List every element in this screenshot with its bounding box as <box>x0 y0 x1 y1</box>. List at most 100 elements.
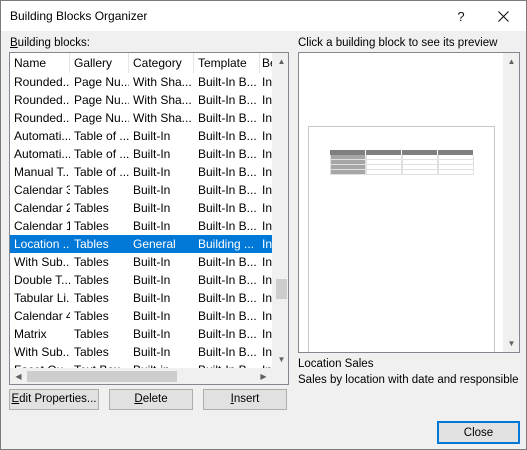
cell-behavior: In <box>262 309 272 323</box>
cell-name: Calendar 2 <box>14 201 70 215</box>
cell-behavior: In <box>262 291 272 305</box>
table-row[interactable]: Rounded... Page Nu... With Sha... Built-In … <box>10 91 272 109</box>
table-row[interactable]: Rounded... Page Nu... With Sha... Built-In … <box>10 109 272 127</box>
table-row[interactable]: Rounded... Page Nu... With Sha... Built-In … <box>10 73 272 91</box>
cell-category: With Sha... <box>133 111 192 125</box>
preview-label: Click a building block to see its previe… <box>298 37 498 49</box>
cell-template: Built-In B... <box>198 309 257 323</box>
vertical-scrollbar[interactable]: ▲ ▼ <box>272 53 288 368</box>
building-blocks-organizer-dialog: Building Blocks Organizer ? Building blo… <box>0 0 527 450</box>
table-row[interactable]: Calendar 4 Tables Built-In Built-In B... In <box>10 307 272 325</box>
arrow-left-icon[interactable]: ◀ <box>10 368 27 384</box>
close-icon <box>498 10 509 22</box>
cell-template: Built-In B... <box>198 327 257 341</box>
horizontal-scrollbar[interactable]: ◀ ▶ <box>10 368 272 384</box>
cell-gallery: Tables <box>74 255 109 269</box>
building-blocks-label: Building blocks: <box>10 37 90 49</box>
arrow-down-icon[interactable]: ▼ <box>273 351 288 368</box>
cell-gallery: Table of ... <box>74 147 129 161</box>
cell-name: Location ... <box>14 237 70 251</box>
cell-gallery: Table of ... <box>74 165 129 179</box>
cell-gallery: Tables <box>74 273 109 287</box>
arrow-down-icon[interactable]: ▼ <box>503 335 519 352</box>
window-title: Building Blocks Organizer <box>10 9 148 23</box>
cell-template: Built-In B... <box>198 93 257 107</box>
cell-category: Built-In <box>133 255 171 269</box>
arrow-up-icon[interactable]: ▲ <box>503 53 519 70</box>
cell-category: Built-In <box>133 291 171 305</box>
cell-behavior: In <box>262 111 272 125</box>
vertical-scroll-thumb[interactable] <box>276 279 287 299</box>
cell-gallery: Tables <box>74 237 109 251</box>
column-header-name[interactable]: Name <box>10 53 70 73</box>
cell-name: With Sub... <box>14 255 70 269</box>
column-header-category[interactable]: Category <box>129 53 194 73</box>
cell-template: Built-In B... <box>198 291 257 305</box>
table-row[interactable]: Tabular Li... Tables Built-In Built-In B...… <box>10 289 272 307</box>
cell-template: Built-In B... <box>198 129 257 143</box>
cell-template: Built-In B... <box>198 75 257 89</box>
cell-category: Built-In <box>133 147 171 161</box>
cell-template: Building ... <box>198 237 255 251</box>
cell-category: Built-In <box>133 165 171 179</box>
title-bar: Building Blocks Organizer ? <box>1 1 526 31</box>
table-row[interactable]: Double T... Tables Built-In Built-In B... In <box>10 271 272 289</box>
cell-template: Built-In B... <box>198 255 257 269</box>
cell-gallery: Tables <box>74 345 109 359</box>
cell-behavior: In <box>262 93 272 107</box>
table-row[interactable]: Manual T... Table of ... Built-In Built-In … <box>10 163 272 181</box>
edit-properties-button[interactable]: Edit Properties... <box>9 389 99 410</box>
column-header-template[interactable]: Template <box>194 53 260 73</box>
table-row[interactable]: Calendar 1 Tables Built-In Built-In B... In <box>10 217 272 235</box>
cell-name: Matrix <box>14 327 47 341</box>
cell-name: Manual T... <box>14 165 70 179</box>
table-row[interactable]: Location ... Tables General Building ... In <box>10 235 272 253</box>
cell-behavior: In <box>262 219 272 233</box>
building-blocks-list[interactable]: Name Gallery Category Template Be Rounde… <box>9 52 289 385</box>
window-close-button[interactable] <box>481 1 526 31</box>
cell-category: Built-In <box>133 273 171 287</box>
preview-vertical-scrollbar[interactable]: ▲ ▼ <box>503 53 519 352</box>
cell-template: Built-In B... <box>198 147 257 161</box>
cell-gallery: Tables <box>74 327 109 341</box>
cell-gallery: Tables <box>74 183 109 197</box>
cell-category: With Sha... <box>133 75 192 89</box>
preview-mini-table <box>330 150 474 175</box>
cell-behavior: In <box>262 165 272 179</box>
cell-name: Automati... <box>14 147 70 161</box>
cell-template: Built-In B... <box>198 201 257 215</box>
cell-category: Built-In <box>133 183 171 197</box>
preview-canvas <box>299 53 503 352</box>
cell-gallery: Table of ... <box>74 129 129 143</box>
delete-button[interactable]: Delete <box>109 389 193 410</box>
cell-template: Built-In B... <box>198 111 257 125</box>
help-button[interactable]: ? <box>441 1 481 31</box>
mini-table-row <box>330 170 474 175</box>
table-row[interactable]: With Sub... Tables Built-In Built-In B... In <box>10 253 272 271</box>
cell-template: Built-In B... <box>198 345 257 359</box>
preview-block-description: Sales by location with date and responsi… <box>298 374 519 386</box>
cell-behavior: In <box>262 183 272 197</box>
cell-category: Built-In <box>133 345 171 359</box>
column-header-behavior[interactable]: Be <box>260 53 272 73</box>
column-header-gallery[interactable]: Gallery <box>70 53 129 73</box>
arrow-right-icon[interactable]: ▶ <box>255 368 272 384</box>
cell-behavior: In <box>262 273 272 287</box>
column-header-row: Name Gallery Category Template Be <box>10 53 272 73</box>
cell-template: Built-In B... <box>198 219 257 233</box>
table-row[interactable]: Calendar 3 Tables Built-In Built-In B... In <box>10 181 272 199</box>
cell-behavior: In <box>262 255 272 269</box>
table-row[interactable]: With Sub... Tables Built-In Built-In B... In <box>10 343 272 361</box>
insert-button[interactable]: Insert <box>203 389 287 410</box>
arrow-up-icon[interactable]: ▲ <box>273 53 288 70</box>
table-row[interactable]: Calendar 2 Tables Built-In Built-In B... In <box>10 199 272 217</box>
table-row[interactable]: Matrix Tables Built-In Built-In B... In <box>10 325 272 343</box>
table-row[interactable]: Automati... Table of ... Built-In Built-In … <box>10 127 272 145</box>
cell-category: Built-In <box>133 129 171 143</box>
preview-pane: ▲ ▼ <box>298 52 520 353</box>
cell-gallery: Page Nu... <box>74 111 129 125</box>
close-button[interactable]: Close <box>437 421 520 444</box>
horizontal-scroll-thumb[interactable] <box>27 371 177 382</box>
cell-behavior: In <box>262 147 272 161</box>
table-row[interactable]: Automati... Table of ... Built-In Built-In … <box>10 145 272 163</box>
